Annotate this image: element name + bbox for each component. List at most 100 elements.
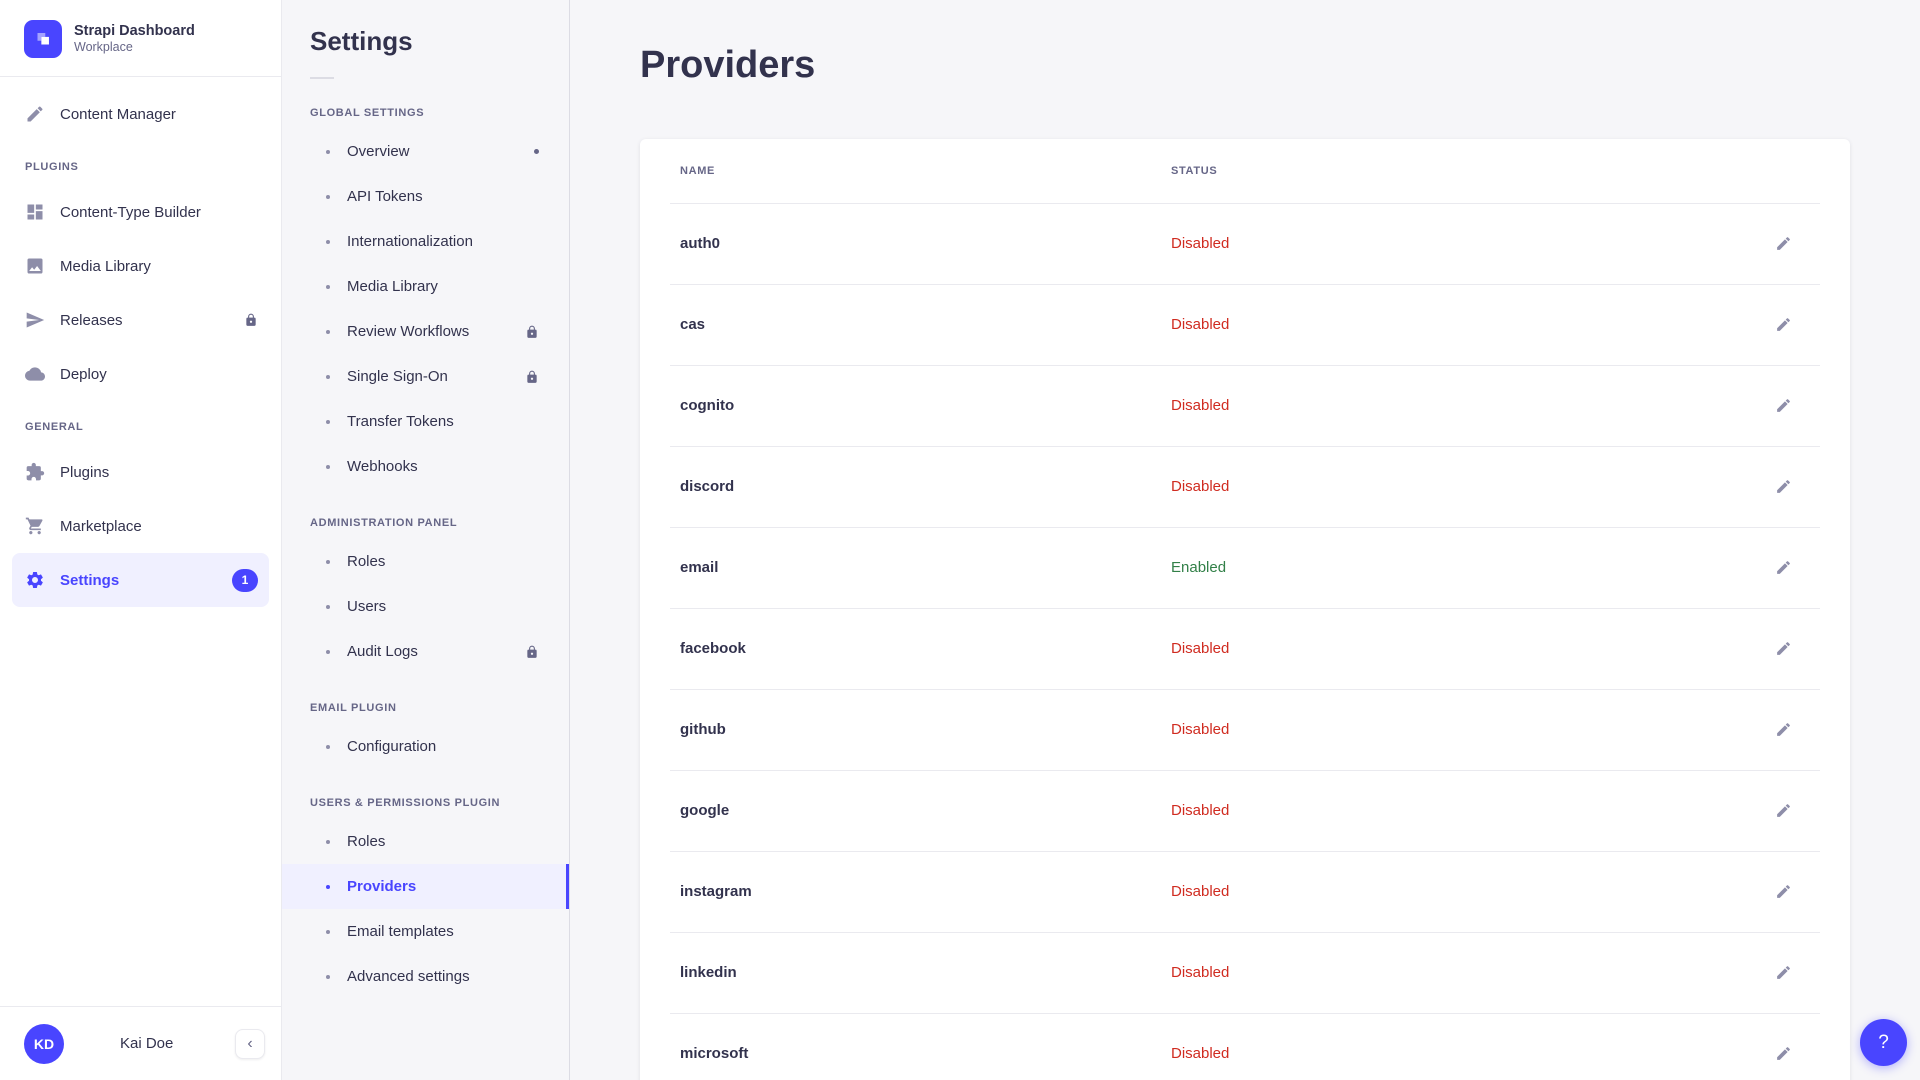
pencil-icon — [1775, 316, 1792, 333]
settings-nav-item-email-templates[interactable]: Email templates — [282, 909, 569, 954]
settings-nav-item-internationalization[interactable]: Internationalization — [282, 219, 569, 264]
sidebar-item-plugins[interactable]: Plugins — [12, 445, 269, 499]
paper-plane-icon — [25, 310, 45, 330]
provider-status: Disabled — [1171, 316, 1766, 333]
workspace-brand[interactable]: Strapi Dashboard Workplace — [0, 0, 281, 76]
subnav-section: USERS & PERMISSIONS PLUGINRolesProviders… — [282, 787, 569, 999]
provider-name: linkedin — [680, 964, 1171, 981]
pencil-icon — [1775, 640, 1792, 657]
settings-nav-item-roles[interactable]: Roles — [282, 539, 569, 584]
settings-nav-item-webhooks[interactable]: Webhooks — [282, 444, 569, 489]
puzzle-icon — [25, 462, 45, 482]
settings-nav-item-media-library[interactable]: Media Library — [282, 264, 569, 309]
settings-nav-item-providers[interactable]: Providers — [282, 864, 569, 909]
table-row: casDisabled — [640, 284, 1850, 365]
strapi-logo-icon — [24, 20, 62, 58]
settings-nav-item-label: Roles — [347, 553, 385, 570]
subnav-section: EMAIL PLUGIN Configuration — [282, 692, 569, 769]
settings-nav-item-configuration[interactable]: Configuration — [282, 724, 569, 769]
settings-nav-item-transfer-tokens[interactable]: Transfer Tokens — [282, 399, 569, 444]
sidebar-item-deploy[interactable]: Deploy — [12, 347, 269, 401]
cart-icon — [25, 516, 45, 536]
sidebar-item-label: Media Library — [60, 258, 151, 275]
edit-provider-button[interactable] — [1766, 1037, 1800, 1071]
bullet-icon — [326, 840, 330, 844]
bullet-icon — [326, 930, 330, 934]
provider-name: facebook — [680, 640, 1171, 657]
lock-icon — [525, 370, 539, 384]
edit-provider-button[interactable] — [1766, 956, 1800, 990]
edit-provider-button[interactable] — [1766, 470, 1800, 504]
sidebar-item-marketplace[interactable]: Marketplace — [12, 499, 269, 553]
bullet-icon — [326, 975, 330, 979]
lock-icon — [525, 325, 539, 339]
sidebar-section-label: GENERAL — [12, 401, 269, 445]
sidebar-item-releases[interactable]: Releases — [12, 293, 269, 347]
bullet-icon — [326, 650, 330, 654]
sidebar-item-settings[interactable]: Settings 1 — [12, 553, 269, 607]
edit-provider-button[interactable] — [1766, 389, 1800, 423]
provider-status: Disabled — [1171, 235, 1766, 252]
bullet-icon — [326, 240, 330, 244]
collapse-sidebar-button[interactable]: ‹ — [235, 1029, 265, 1059]
settings-nav-item-label: Media Library — [347, 278, 438, 295]
table-row: instagramDisabled — [640, 851, 1850, 932]
edit-provider-button[interactable] — [1766, 551, 1800, 585]
sidebar-item-label: Settings — [60, 572, 119, 589]
provider-status: Disabled — [1171, 883, 1766, 900]
pencil-icon — [1775, 478, 1792, 495]
subnav-sections: GLOBAL SETTINGSOverviewAPI TokensInterna… — [282, 97, 569, 999]
provider-status: Disabled — [1171, 964, 1766, 981]
edit-provider-button[interactable] — [1766, 875, 1800, 909]
settings-nav-item-api-tokens[interactable]: API Tokens — [282, 174, 569, 219]
provider-name: microsoft — [680, 1045, 1171, 1062]
settings-nav-item-advanced-settings[interactable]: Advanced settings — [282, 954, 569, 999]
sidebar-item-label: Content Manager — [60, 106, 176, 123]
provider-status: Disabled — [1171, 478, 1766, 495]
settings-nav-item-overview[interactable]: Overview — [282, 129, 569, 174]
user-name: Kai Doe — [120, 1035, 173, 1052]
column-header-name: NAME — [680, 165, 1171, 177]
pencil-icon — [1775, 1045, 1792, 1062]
bullet-icon — [326, 195, 330, 199]
notification-badge: 1 — [232, 569, 258, 592]
help-button[interactable]: ? — [1860, 1019, 1907, 1066]
sidebar-nav: Content ManagerPLUGINSContent-Type Build… — [0, 77, 281, 607]
subnav-section-label: ADMINISTRATION PANEL — [282, 507, 569, 539]
subnav-section-label: EMAIL PLUGIN — [282, 692, 569, 724]
provider-name: github — [680, 721, 1171, 738]
edit-provider-button[interactable] — [1766, 227, 1800, 261]
provider-name: cas — [680, 316, 1171, 333]
sidebar-item-media-library[interactable]: Media Library — [12, 239, 269, 293]
edit-provider-button[interactable] — [1766, 713, 1800, 747]
settings-nav-item-label: Configuration — [347, 738, 436, 755]
bullet-icon — [326, 605, 330, 609]
lock-icon — [525, 645, 539, 659]
gear-icon — [25, 570, 45, 590]
bullet-icon — [326, 150, 330, 154]
settings-nav-item-users[interactable]: Users — [282, 584, 569, 629]
sidebar-item-content-type-builder[interactable]: Content-Type Builder — [12, 185, 269, 239]
table-row: emailEnabled — [640, 527, 1850, 608]
bullet-icon — [326, 885, 330, 889]
user-row: KD Kai Doe ‹ — [0, 1006, 281, 1080]
table-row: facebookDisabled — [640, 608, 1850, 689]
provider-status: Enabled — [1171, 559, 1766, 576]
settings-nav-item-single-sign-on[interactable]: Single Sign-On — [282, 354, 569, 399]
settings-nav-item-label: Overview — [347, 143, 410, 160]
bullet-icon — [326, 330, 330, 334]
settings-nav-item-audit-logs[interactable]: Audit Logs — [282, 629, 569, 674]
settings-nav-item-review-workflows[interactable]: Review Workflows — [282, 309, 569, 354]
pencil-icon — [1775, 964, 1792, 981]
sidebar-item-content-manager[interactable]: Content Manager — [12, 87, 269, 141]
pencil-icon — [1775, 721, 1792, 738]
edit-provider-button[interactable] — [1766, 632, 1800, 666]
settings-nav-item-roles[interactable]: Roles — [282, 819, 569, 864]
pencil-icon — [1775, 235, 1792, 252]
workspace-title: Strapi Dashboard — [74, 22, 195, 40]
settings-subnav: Settings GLOBAL SETTINGSOverviewAPI Toke… — [282, 0, 570, 1080]
settings-nav-item-label: Advanced settings — [347, 968, 470, 985]
edit-provider-button[interactable] — [1766, 794, 1800, 828]
provider-status: Disabled — [1171, 640, 1766, 657]
edit-provider-button[interactable] — [1766, 308, 1800, 342]
